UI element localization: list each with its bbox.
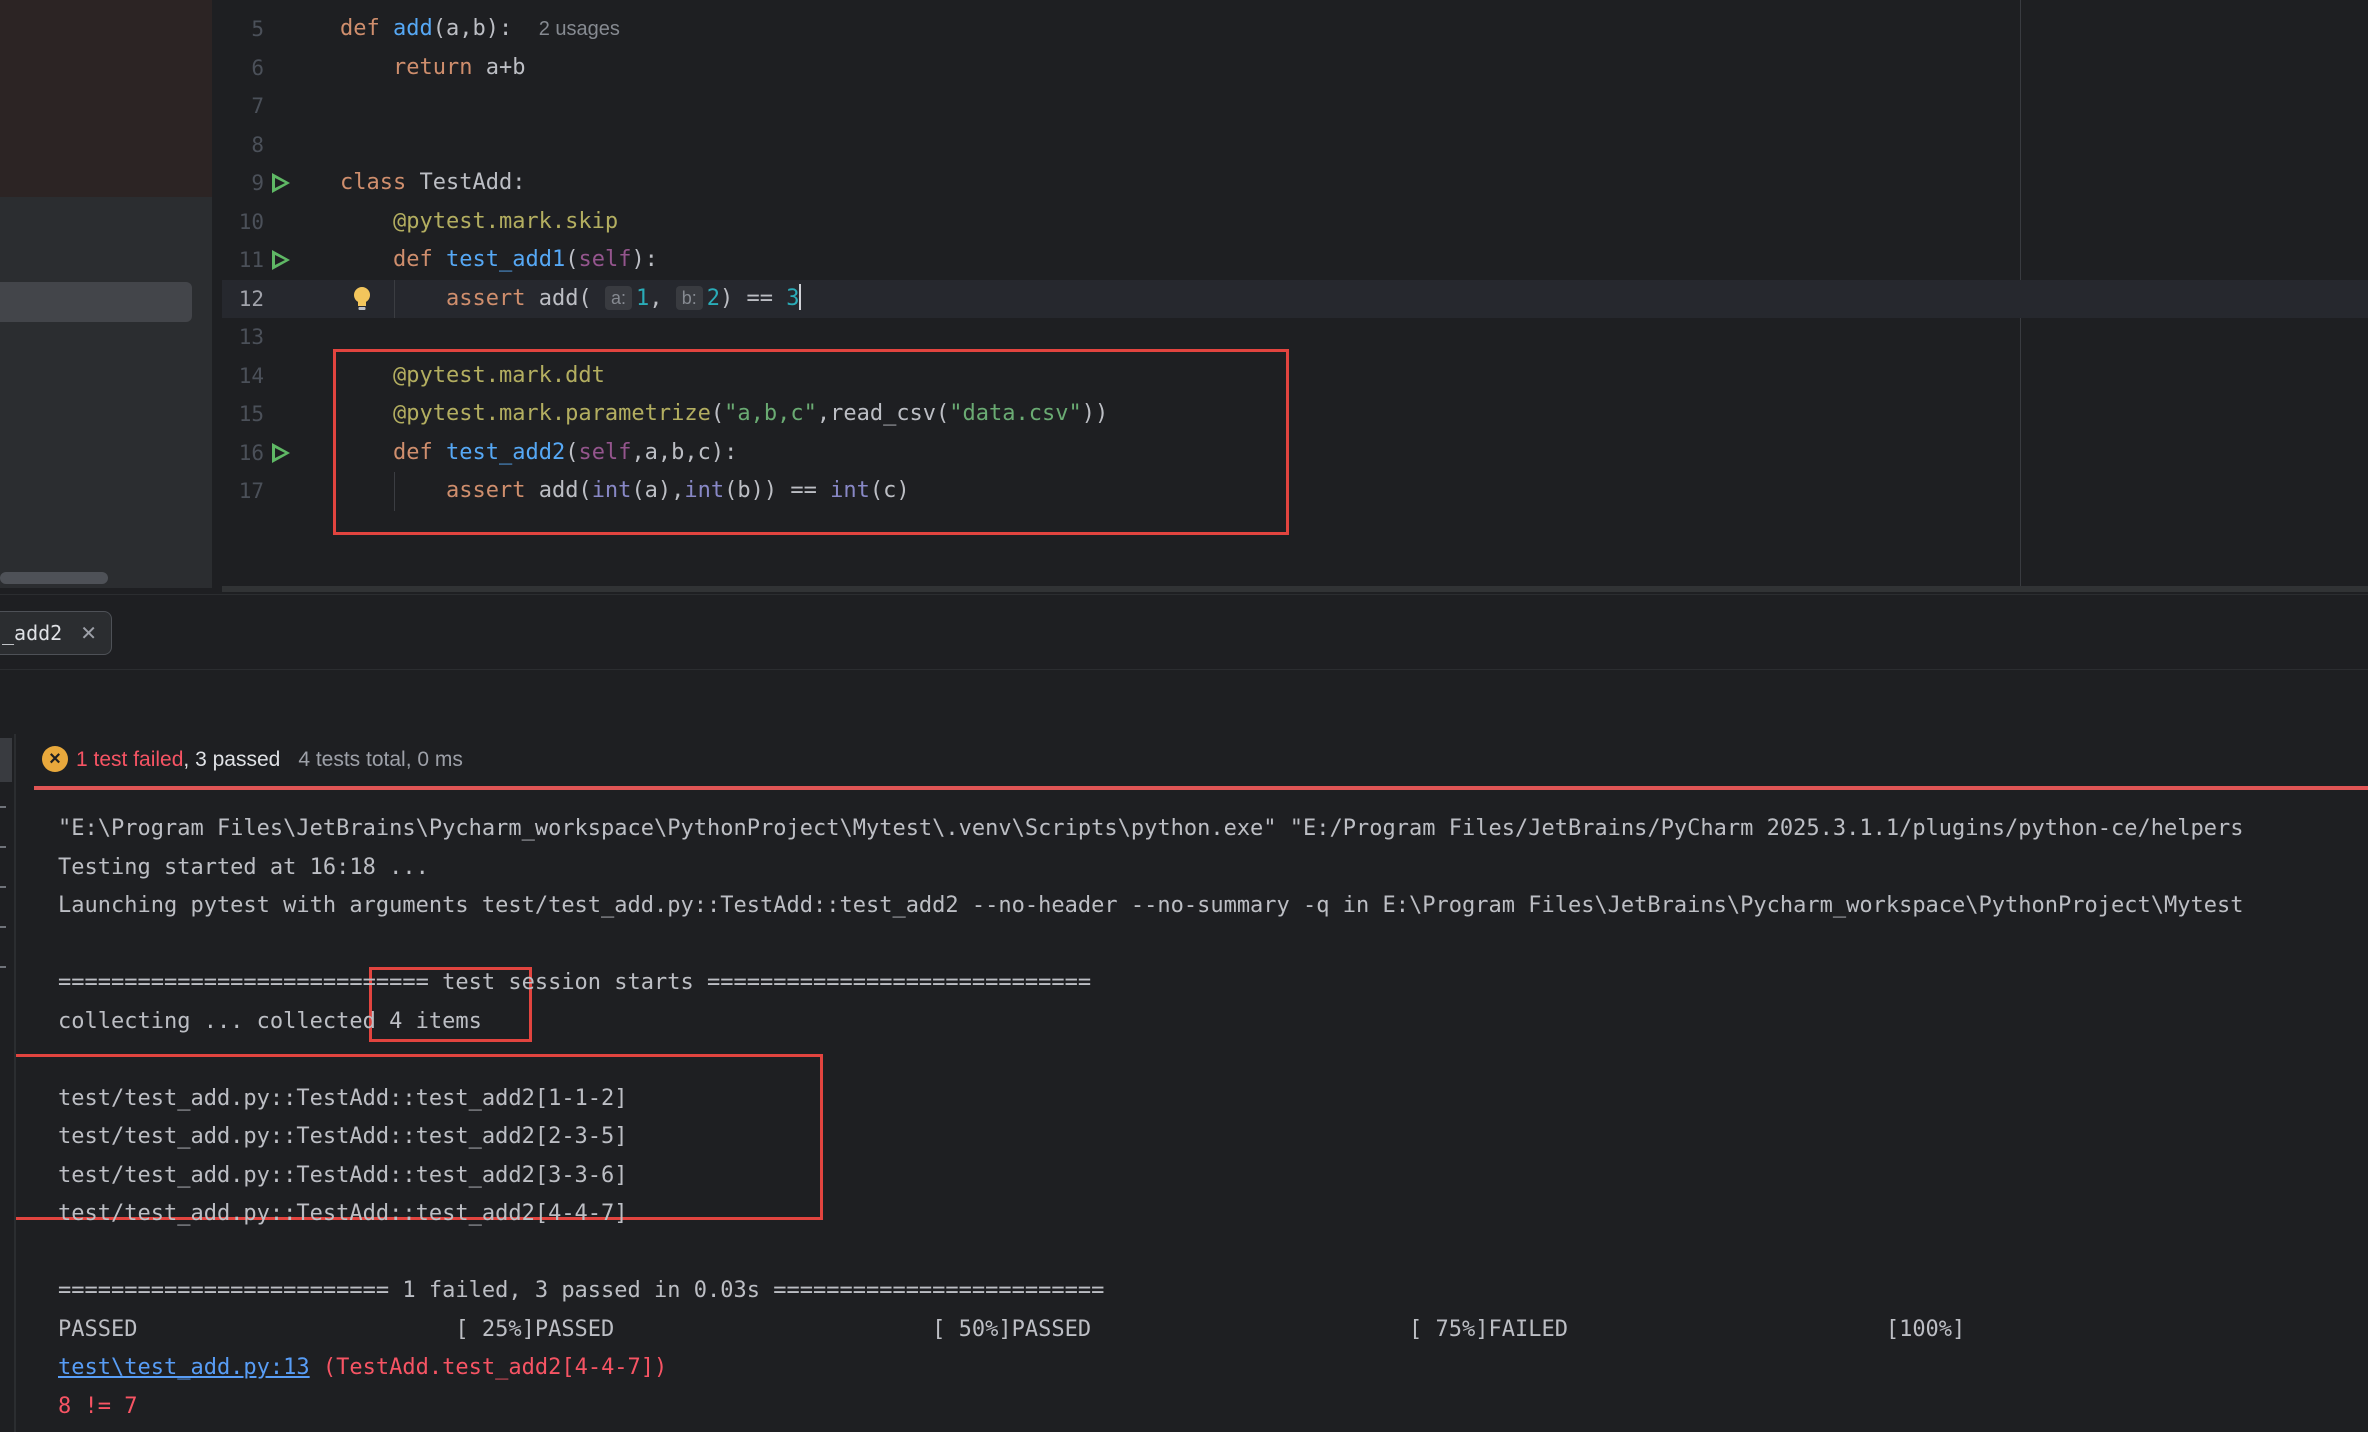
- project-tree-selected-row[interactable]: [0, 282, 192, 322]
- fail-icon: ×: [42, 746, 68, 772]
- console-line: test/test_add.py::TestAdd::test_add2[4-4…: [58, 1195, 628, 1233]
- status-failed: 1 test failed: [76, 748, 184, 771]
- line-number: 14: [238, 363, 264, 388]
- code-text: return a+b: [392, 54, 526, 80]
- indent-guide: [394, 279, 395, 318]
- console-line: 8 != 7: [58, 1388, 137, 1426]
- line-number: 16: [238, 440, 264, 465]
- console-line: test\test_add.py:13 (TestAdd.test_add2[4…: [58, 1349, 667, 1387]
- line-number: 9: [251, 171, 264, 195]
- code-line[interactable]: 8: [222, 126, 2368, 164]
- console-line: ========================= 1 failed, 3 pa…: [58, 1272, 1104, 1310]
- line-number: 11: [238, 248, 264, 272]
- run-config-tab[interactable]: _add2 ✕: [0, 611, 112, 655]
- code-line[interactable]: 6 return a+b: [222, 49, 2368, 87]
- project-tree-header-block: [0, 0, 212, 197]
- console-text: test/test_add.py::TestAdd::test_add2[1-1…: [58, 1085, 628, 1111]
- line-number: 10: [238, 209, 264, 234]
- console-text: test/test_add.py::TestAdd::test_add2[3-3…: [58, 1162, 628, 1188]
- console-text: 8 != 7: [58, 1393, 138, 1419]
- project-pane: [0, 0, 212, 588]
- code-line[interactable]: 11 def test_add1(self):: [222, 241, 2368, 279]
- console-line: PASSED [ 25%]PASSED [ 50%]PASSED [ 75%]F…: [58, 1311, 1965, 1349]
- console-text: test/test_add.py::TestAdd::test_add2[4-4…: [58, 1201, 628, 1226]
- console-text: ============================ test sessio…: [58, 970, 1092, 995]
- run-tab-label: _add2: [2, 621, 63, 645]
- console-text: collecting ... collected 4 items: [58, 1008, 482, 1034]
- project-pane-scrollbar[interactable]: [0, 572, 108, 584]
- console-text: (TestAdd.test_add2[4-4-7]): [309, 1355, 668, 1380]
- code-line[interactable]: 12 assert add( a: 1, b: 2) == 3: [222, 279, 2368, 318]
- console-text: ========================= 1 failed, 3 pa…: [58, 1278, 1105, 1303]
- console-text: PASSED [ 25%]PASSED [ 50%]PASSED [ 75%]F…: [58, 1316, 1966, 1342]
- test-status-bar: × 1 test failed, 3 passed 4 tests total, …: [0, 734, 2368, 788]
- source-link[interactable]: test\test_add.py:13: [58, 1355, 310, 1380]
- code-text: @pytest.mark.skip: [392, 208, 619, 234]
- line-number: 8: [251, 132, 264, 157]
- test-tree-tick: [0, 966, 6, 968]
- test-tree-tick: [0, 926, 6, 928]
- code-text: def add(a,b): 2 usages: [340, 16, 620, 41]
- console-line: test/test_add.py::TestAdd::test_add2[2-3…: [58, 1118, 628, 1156]
- code-line[interactable]: 7: [222, 87, 2368, 125]
- console-line: test/test_add.py::TestAdd::test_add2[1-1…: [58, 1080, 628, 1118]
- line-number: 12: [238, 286, 264, 311]
- editor-horizontal-scrollbar[interactable]: [222, 586, 2368, 592]
- test-tree-rail: [0, 734, 16, 1432]
- line-number: 7: [251, 94, 264, 118]
- code-line[interactable]: 5 def add(a,b): 2 usages: [222, 10, 2368, 48]
- test-tree-tick: [0, 846, 6, 848]
- status-total: 4 tests total, 0 ms: [298, 748, 463, 771]
- run-toolbar: [0, 670, 2368, 734]
- run-tab-strip: _add2 ✕: [0, 594, 2368, 670]
- code-text: class TestAdd:: [340, 170, 526, 195]
- test-tree-selected[interactable]: [0, 738, 12, 782]
- code-line[interactable]: 10 @pytest.mark.skip: [222, 203, 2368, 241]
- console-text: Testing started at 16:18 ...: [58, 854, 429, 880]
- console-line: collecting ... collected 4 items: [58, 1003, 482, 1041]
- highlight-box-parametrize: [333, 349, 1289, 535]
- run-test-icon[interactable]: [272, 173, 290, 193]
- status-passed: , 3 passed: [183, 748, 281, 771]
- console-text: Launching pytest with arguments test/tes…: [58, 893, 2244, 918]
- test-tree-tick: [0, 806, 6, 808]
- test-tree-tick: [0, 886, 6, 888]
- line-number: 17: [238, 479, 264, 503]
- console-text: "E:\Program Files\JetBrains\Pycharm_work…: [58, 816, 2244, 841]
- line-number: 6: [251, 55, 264, 80]
- run-console-output[interactable]: "E:\Program Files\JetBrains\Pycharm_work…: [34, 790, 2368, 1432]
- line-number: 5: [251, 17, 264, 41]
- close-icon[interactable]: ✕: [80, 621, 97, 646]
- line-number: 13: [238, 325, 264, 349]
- line-number: 15: [238, 402, 264, 426]
- console-line: test/test_add.py::TestAdd::test_add2[3-3…: [58, 1157, 628, 1195]
- run-test-icon[interactable]: [272, 250, 290, 270]
- console-line: ============================ test sessio…: [58, 964, 1091, 1002]
- code-text: def test_add1(self):: [392, 247, 658, 272]
- console-line: Launching pytest with arguments test/tes…: [58, 887, 2243, 925]
- console-line: "E:\Program Files\JetBrains\Pycharm_work…: [58, 810, 2243, 848]
- code-line[interactable]: 9 class TestAdd:: [222, 164, 2368, 202]
- console-text: test/test_add.py::TestAdd::test_add2[2-3…: [58, 1124, 628, 1149]
- console-line: Testing started at 16:18 ...: [58, 849, 429, 887]
- code-text: assert add( a: 1, b: 2) == 3: [445, 283, 802, 311]
- run-test-icon[interactable]: [272, 442, 290, 463]
- test-status-text: 1 test failed, 3 passed 4 tests total, 0 …: [76, 748, 463, 772]
